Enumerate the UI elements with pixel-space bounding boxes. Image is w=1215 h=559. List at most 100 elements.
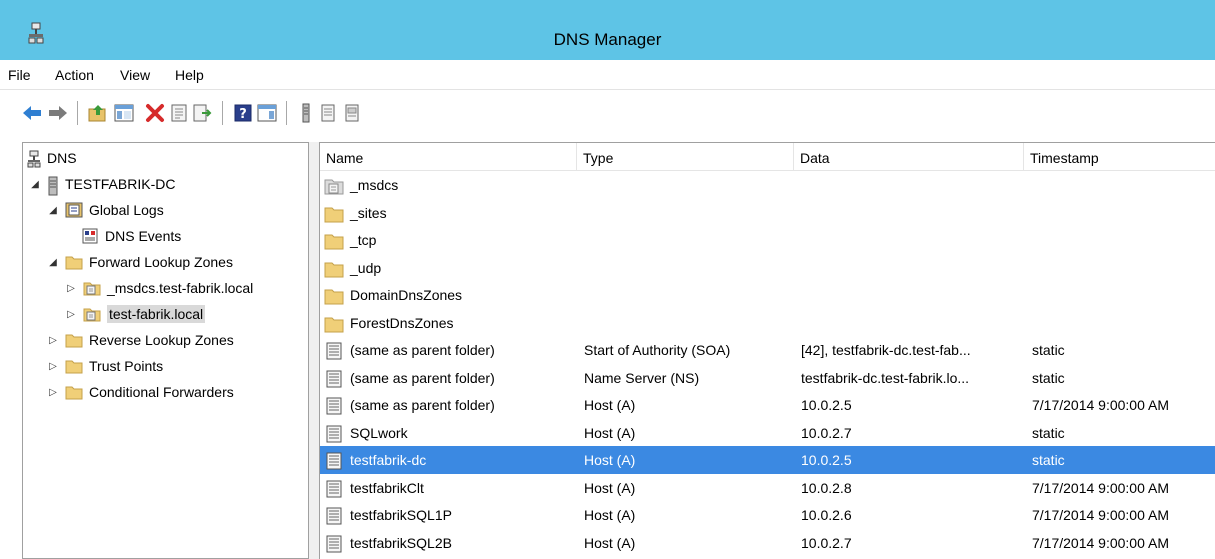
show-hide-tree-icon[interactable] [114,103,134,123]
cell-name-text: _udp [350,259,382,276]
list-row[interactable]: ForestDnsZones [320,309,1215,337]
list-row[interactable]: _tcp [320,226,1215,254]
tree-label: Forward Lookup Zones [89,254,233,270]
tree-label: Reverse Lookup Zones [89,332,234,348]
list-row[interactable]: (same as parent folder) Name Server (NS) t… [320,364,1215,392]
record-icon [324,451,344,470]
cell-name: (same as parent folder) [324,364,574,392]
new-mail-exchanger-icon[interactable] [342,103,362,123]
delete-icon[interactable] [145,103,165,123]
column-header-name[interactable]: Name [320,143,577,171]
list-row[interactable]: testfabrikSQL1P Host (A) 10.0.2.6 7/17/2014… [320,501,1215,529]
record-icon [324,396,344,415]
tree-node-conditional-forwarders[interactable]: ▷ Conditional Forwarders [45,380,234,404]
cell-data [801,281,1024,309]
tree-label: DNS [47,150,77,166]
export-list-icon[interactable] [193,103,213,123]
menu-view[interactable]: View [120,67,150,83]
list-row[interactable]: testfabrikSQL2B Host (A) 10.0.2.7 7/17/2014… [320,529,1215,557]
menu-action[interactable]: Action [55,67,94,83]
help-icon[interactable]: ? [233,103,253,123]
properties-icon[interactable] [169,103,189,123]
column-header-timestamp[interactable]: Timestamp [1024,143,1215,171]
list-row[interactable]: _msdcs [320,171,1215,199]
cell-data: 10.0.2.7 [801,534,852,551]
tree-node-dns[interactable]: DNS [27,146,77,170]
log-book-icon [65,202,83,218]
cell-data [801,309,1024,337]
cell-data [801,199,1024,227]
cell-timestamp [1032,309,1215,337]
event-log-icon [81,228,99,244]
window-title: DNS Manager [553,30,662,49]
cell-type: Host (A) [584,424,636,441]
collapse-arrow-icon[interactable]: ◢ [45,257,61,268]
pane-splitter[interactable] [308,142,320,559]
cell-name-text: testfabrikSQL1P [350,507,452,523]
tree-node-dns-events[interactable]: DNS Events [81,224,181,248]
cell-type: Start of Authority (SOA) [584,342,731,358]
tree-node-msdcs-zone[interactable]: ▷ _msdcs.test-fabrik.local [63,276,253,300]
menu-help[interactable]: Help [175,67,204,83]
up-folder-icon[interactable] [88,103,108,123]
list-row[interactable]: (same as parent folder) Host (A) 10.0.2.5 7… [320,391,1215,419]
list-row[interactable]: SQLwork Host (A) 10.0.2.7 static [320,419,1215,447]
tree-node-trust-points[interactable]: ▷ Trust Points [45,354,163,378]
list-row[interactable]: testfabrikClt Host (A) 10.0.2.8 7/17/2014 9… [320,474,1215,502]
back-icon[interactable] [22,103,42,123]
menu-file[interactable]: File [8,67,31,83]
cell-name: testfabrikSQL1P [324,501,574,529]
column-header-data[interactable]: Data [794,143,1024,171]
column-header-type[interactable]: Type [577,143,794,171]
list-row[interactable]: DomainDnsZones [320,281,1215,309]
cell-data [801,226,1024,254]
list-row[interactable]: _sites [320,199,1215,227]
tree-label: DNS Events [105,228,182,244]
cell-data: 10.0.2.8 [801,479,852,496]
tree-node-reverse-zones[interactable]: ▷ Reverse Lookup Zones [45,328,234,352]
cell-type [584,199,794,227]
tree-node-forward-zones[interactable]: ◢ Forward Lookup Zones [45,250,233,274]
cell-name: DomainDnsZones [324,281,574,309]
cell-name-text: (same as parent folder) [350,397,495,413]
title-bar: DNS Manager [0,0,1215,60]
console-tree: DNS ◢ TESTFABRIK-DC ◢ Global Logs DNS Ev… [22,142,308,559]
list-row[interactable]: testfabrik-dc Host (A) 10.0.2.5 static [320,446,1215,474]
cell-timestamp: static [1032,369,1065,386]
tree-node-server[interactable]: ◢ TESTFABRIK-DC [27,172,175,196]
cell-type [584,281,794,309]
folder-icon [65,384,83,400]
collapse-arrow-icon[interactable]: ◢ [45,205,61,216]
tree-node-global-logs[interactable]: ◢ Global Logs [45,198,164,222]
cell-name: _udp [324,254,574,282]
folder-icon [324,204,344,222]
cell-name: (same as parent folder) [324,336,574,364]
toolbar-separator [77,101,78,125]
cell-timestamp: 7/17/2014 9:00:00 AM [1032,507,1169,523]
collapse-arrow-icon[interactable]: ◢ [27,179,43,190]
record-icon [324,369,344,387]
cell-data [801,254,1024,282]
new-alias-icon[interactable] [318,103,338,123]
show-hide-action-icon[interactable] [257,103,277,123]
server-icon [47,176,59,196]
list-row[interactable]: (same as parent folder) Start of Authorit… [320,336,1215,364]
cell-data: 10.0.2.6 [801,507,852,523]
expand-arrow-icon[interactable]: ▷ [45,361,61,372]
cell-type [584,309,794,337]
folder-icon [324,231,344,250]
expand-arrow-icon[interactable]: ▷ [63,283,79,294]
new-host-icon[interactable] [296,103,316,123]
cell-type: Host (A) [584,452,636,468]
tree-label: Trust Points [89,358,164,374]
expand-arrow-icon[interactable]: ▷ [63,309,79,320]
expand-arrow-icon[interactable]: ▷ [45,387,61,398]
expand-arrow-icon[interactable]: ▷ [45,335,61,346]
cell-name-text: ForestDnsZones [350,314,454,331]
list-row[interactable]: _udp [320,254,1215,282]
cell-data: 10.0.2.5 [801,452,852,468]
cell-data: testfabrik-dc.test-fabrik.lo... [801,369,970,386]
tree-node-test-zone[interactable]: ▷ test-fabrik.local [63,302,206,326]
forward-icon[interactable] [48,103,68,123]
zone-icon [83,280,101,296]
